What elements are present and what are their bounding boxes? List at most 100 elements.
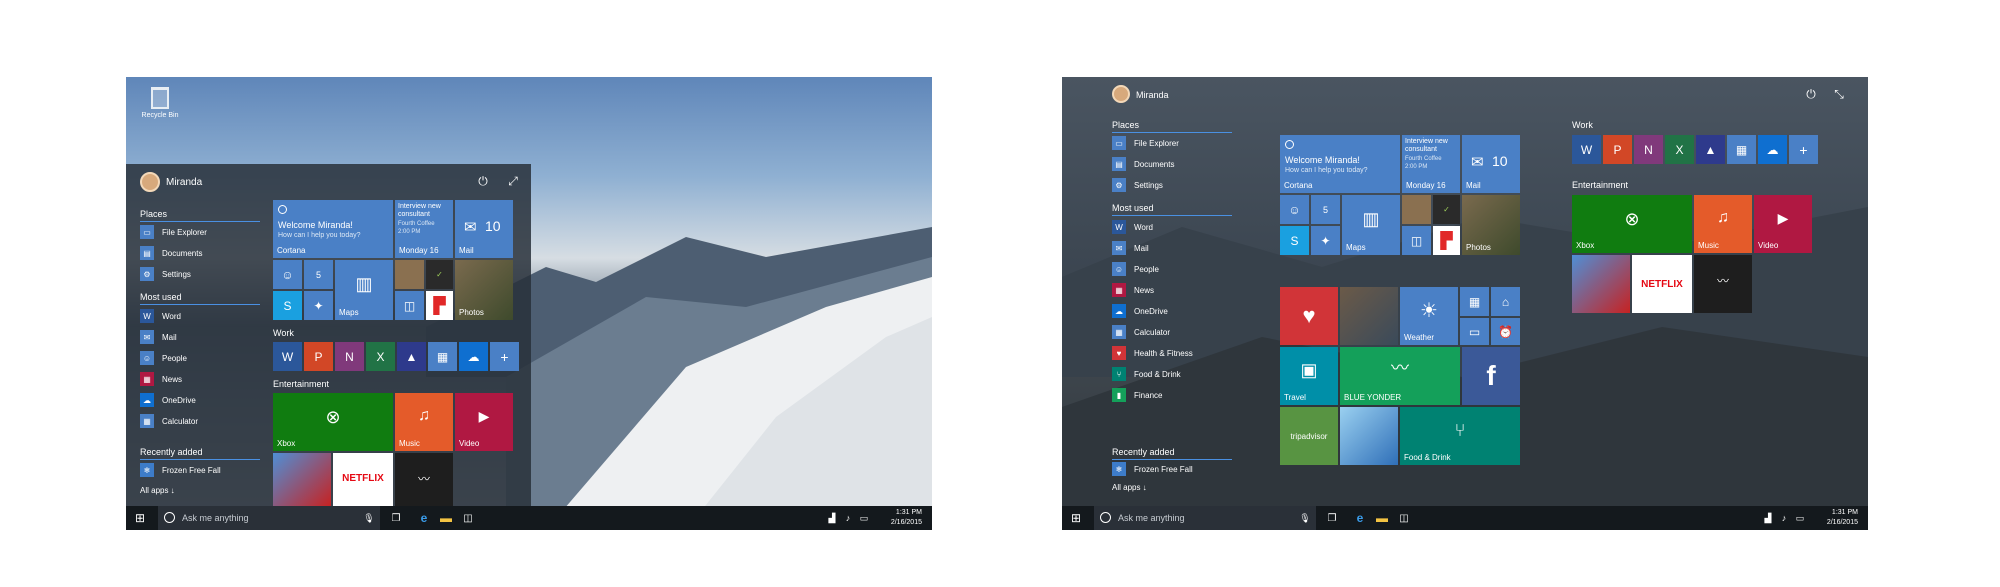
store-icon[interactable]: ◫ bbox=[460, 510, 476, 526]
excel-tile[interactable]: X bbox=[1665, 135, 1694, 164]
word-tile[interactable]: W bbox=[1572, 135, 1601, 164]
windows-start-icon[interactable]: ⊞ bbox=[132, 510, 148, 526]
network-icon[interactable]: ▟ bbox=[1762, 511, 1774, 525]
skype-tile[interactable]: S bbox=[273, 291, 302, 320]
task-view-icon[interactable]: ❐ bbox=[388, 510, 404, 526]
place-file-explorer[interactable]: ▭ File Explorer bbox=[1112, 135, 1179, 151]
edge-icon[interactable]: e bbox=[1352, 510, 1368, 526]
search-box[interactable]: Ask me anything 🎙 bbox=[158, 506, 380, 530]
people-photos-tile[interactable] bbox=[1340, 287, 1398, 345]
calendar-tile[interactable]: Interview new consultant Fourth Coffee 2… bbox=[395, 200, 453, 258]
app-calculator[interactable]: ▦ Calculator bbox=[140, 413, 198, 429]
app-people[interactable]: ☺ People bbox=[1112, 261, 1159, 277]
windows-start-icon[interactable]: ⊞ bbox=[1068, 510, 1084, 526]
music-tile[interactable]: ♫ Music bbox=[395, 393, 453, 451]
alarm-tile[interactable]: ⏰ bbox=[1491, 318, 1520, 345]
task-view-icon[interactable]: ❐ bbox=[1324, 510, 1340, 526]
people-tile[interactable]: ☺ bbox=[1280, 195, 1309, 224]
volume-icon[interactable]: ♪ bbox=[1778, 511, 1790, 525]
app-food-drink[interactable]: ⑂ Food & Drink bbox=[1112, 366, 1181, 382]
place-file-explorer[interactable]: ▭ File Explorer bbox=[140, 224, 207, 240]
netflix-tile[interactable]: NETFLIX bbox=[1632, 255, 1692, 313]
video-tile[interactable]: ▶ Video bbox=[455, 393, 513, 451]
music-tile[interactable]: ♫ Music bbox=[1694, 195, 1752, 253]
clock-date[interactable]: 2/16/2015 bbox=[882, 519, 922, 526]
app-calculator[interactable]: ▦ Calculator bbox=[1112, 324, 1170, 340]
app-people[interactable]: ☺ People bbox=[140, 350, 187, 366]
app-news[interactable]: ▦ News bbox=[1112, 282, 1154, 298]
money-tile[interactable]: 〰 BLUE YONDER bbox=[1340, 347, 1460, 405]
cortana-tile[interactable]: Welcome Miranda! How can I help you toda… bbox=[1280, 135, 1400, 193]
netflix-tile[interactable]: NETFLIX bbox=[333, 453, 393, 506]
video-tile[interactable]: ▶ Video bbox=[1754, 195, 1812, 253]
tv-tile[interactable]: ▭ bbox=[1460, 318, 1489, 345]
photo-tile-small[interactable] bbox=[1402, 195, 1431, 224]
store-tile[interactable]: ◫ bbox=[395, 291, 424, 320]
all-apps-link[interactable]: All apps ↓ bbox=[140, 486, 175, 495]
excel-tile[interactable]: X bbox=[366, 342, 395, 371]
audio-tile[interactable]: 〰 bbox=[395, 453, 453, 506]
file-explorer-icon[interactable]: ▬ bbox=[438, 510, 454, 526]
frozen-tile[interactable] bbox=[1340, 407, 1398, 465]
calendar-tile[interactable]: Interview new consultant Fourth Coffee 2… bbox=[1402, 135, 1460, 193]
expand-icon[interactable]: ⤢ bbox=[506, 174, 520, 188]
power-icon[interactable]: ⏻ bbox=[1804, 87, 1818, 101]
photo-tile-small[interactable] bbox=[395, 260, 424, 289]
cars-game-tile[interactable] bbox=[1572, 255, 1630, 313]
maps-tile[interactable]: ▥ Maps bbox=[1342, 195, 1400, 255]
app-onedrive[interactable]: ☁ OneDrive bbox=[1112, 303, 1168, 319]
notification-icon[interactable]: ▭ bbox=[858, 511, 870, 525]
app-mail[interactable]: ✉ Mail bbox=[1112, 240, 1149, 256]
mail-tile[interactable]: ✉ 10 Mail bbox=[455, 200, 513, 258]
app-mail[interactable]: ✉ Mail bbox=[140, 329, 177, 345]
microphone-icon[interactable]: 🎙 bbox=[1299, 511, 1311, 525]
xbox-tile[interactable]: ⊗ Xbox bbox=[1572, 195, 1692, 253]
user-avatar[interactable] bbox=[140, 172, 160, 192]
app-news[interactable]: ▦ News bbox=[140, 371, 182, 387]
app-frozen-free-fall[interactable]: ❄ Frozen Free Fall bbox=[1112, 461, 1193, 477]
health-tile[interactable]: ♥ bbox=[1280, 287, 1338, 345]
network-icon[interactable]: ▟ bbox=[826, 511, 838, 525]
sway-tile[interactable]: ▲ bbox=[397, 342, 426, 371]
place-settings[interactable]: ⚙ Settings bbox=[1112, 177, 1163, 193]
app-onedrive[interactable]: ☁ OneDrive bbox=[140, 392, 196, 408]
xbox-tile[interactable]: ⊗ Xbox bbox=[273, 393, 393, 451]
twitter-tile[interactable]: ✦ bbox=[304, 291, 333, 320]
photos-tile[interactable]: Photos bbox=[455, 260, 513, 320]
people-count-tile[interactable]: 5 bbox=[304, 260, 333, 289]
edge-icon[interactable]: e bbox=[416, 510, 432, 526]
place-documents[interactable]: ▤ Documents bbox=[1112, 156, 1174, 172]
power-icon[interactable]: ⏻ bbox=[476, 174, 490, 188]
notification-icon[interactable]: ▭ bbox=[1794, 511, 1806, 525]
store-icon[interactable]: ◫ bbox=[1396, 510, 1412, 526]
onenote-tile[interactable]: N bbox=[1634, 135, 1663, 164]
sway-tile[interactable]: ▲ bbox=[1696, 135, 1725, 164]
microphone-icon[interactable]: 🎙 bbox=[363, 511, 375, 525]
calculator-tile[interactable]: ▦ bbox=[428, 342, 457, 371]
collapse-icon[interactable]: ⤡ bbox=[1832, 87, 1846, 101]
weather-tile[interactable]: ☀ Weather bbox=[1400, 287, 1458, 345]
facebook-tile[interactable]: f bbox=[1462, 347, 1520, 405]
store-tile[interactable]: ◫ bbox=[1402, 226, 1431, 255]
cortana-tile[interactable]: Welcome Miranda! How can I help you toda… bbox=[273, 200, 393, 258]
maps-tile[interactable]: ▥ Maps bbox=[335, 260, 393, 320]
flipboard-tile[interactable]: ▛ bbox=[426, 291, 453, 320]
all-apps-link[interactable]: All apps ↓ bbox=[1112, 483, 1147, 492]
clock-time[interactable]: 1:31 PM bbox=[882, 509, 922, 516]
clock-time[interactable]: 1:31 PM bbox=[1818, 509, 1858, 516]
skype-tile[interactable]: S bbox=[1280, 226, 1309, 255]
powerpoint-tile[interactable]: P bbox=[304, 342, 333, 371]
audio-tile[interactable]: 〰 bbox=[1694, 255, 1752, 313]
user-name[interactable]: Miranda bbox=[166, 177, 202, 188]
onedrive-tile[interactable]: ☁ bbox=[1758, 135, 1787, 164]
powerpoint-tile[interactable]: P bbox=[1603, 135, 1632, 164]
place-settings[interactable]: ⚙ Settings bbox=[140, 266, 191, 282]
file-explorer-icon[interactable]: ▬ bbox=[1374, 510, 1390, 526]
cars-game-tile[interactable] bbox=[273, 453, 331, 506]
people-tile[interactable]: ☺ bbox=[273, 260, 302, 289]
finance-tile[interactable]: ✓ bbox=[426, 260, 453, 289]
app-word[interactable]: W Word bbox=[1112, 219, 1153, 235]
calculator-tile[interactable]: ▦ bbox=[1727, 135, 1756, 164]
add-tile[interactable]: + bbox=[490, 342, 519, 371]
food-tile[interactable]: ⑂ Food & Drink bbox=[1400, 407, 1520, 465]
